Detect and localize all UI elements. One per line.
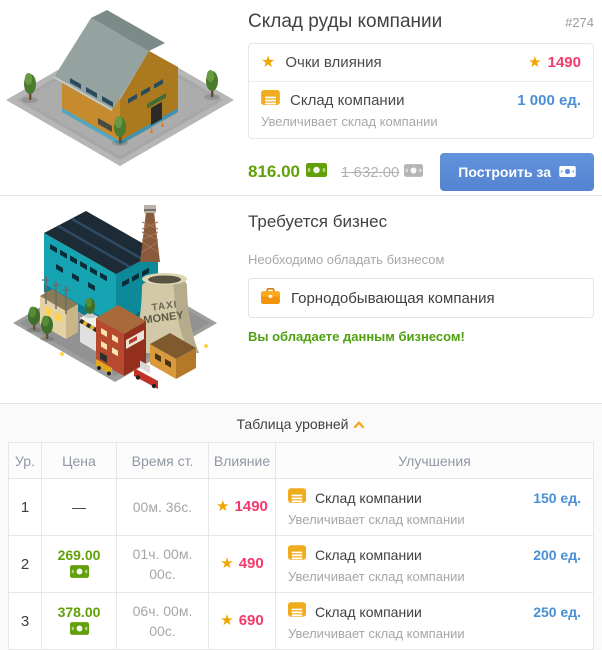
column-header-level: Ур. — [9, 443, 42, 479]
upgrade-name: Склад компании — [315, 547, 422, 563]
required-business-link[interactable]: Горнодобывающая компания — [248, 278, 594, 318]
required-business-section: TAXI MONEY — [0, 196, 602, 404]
upgrade-name: Склад компании — [315, 604, 422, 620]
table-header-row: Ур. Цена Время ст. Влияние Улучшения — [9, 443, 594, 479]
current-price: 816.00 — [248, 162, 327, 182]
storage-label: Склад компании — [290, 92, 404, 109]
upgrade-name: Склад компании — [315, 490, 422, 506]
briefcase-icon — [261, 288, 280, 309]
levels-table-toggle[interactable]: Таблица уровней — [237, 416, 366, 432]
levels-table: Ур. Цена Время ст. Влияние Улучшения 1 —… — [8, 442, 594, 650]
title-row: Склад руды компании #274 — [248, 11, 594, 33]
price-cell: — — [42, 479, 117, 536]
upgrade-value: 150 ед. — [533, 490, 581, 506]
column-header-price: Цена — [42, 443, 117, 479]
star-icon: ★ — [528, 55, 541, 70]
banknote-icon — [559, 164, 576, 180]
banknote-icon — [70, 565, 89, 581]
star-icon: ★ — [261, 55, 275, 71]
factory-image: TAXI MONEY — [0, 196, 240, 403]
upgrade-cell: Склад компании 200 ед. Увеличивает склад… — [276, 536, 594, 593]
warehouse-door-icon — [288, 545, 306, 565]
storage-row: Склад компании 1 000 ед. Увеличивает скл… — [249, 82, 593, 138]
levels-table-body: 1 — 00м. 36с. ★ 1490 Склад компании 150 е… — [9, 479, 594, 650]
levels-table-title: Таблица уровней — [237, 416, 349, 432]
requirement-note: Необходимо обладать бизнесом — [248, 252, 594, 267]
level-cell: 1 — [9, 479, 42, 536]
warehouse-door-icon — [288, 602, 306, 622]
upgrade-cell: Склад компании 250 ед. Увеличивает склад… — [276, 593, 594, 650]
star-icon: ★ — [220, 555, 233, 572]
time-cell: 01ч. 00м. 00с. — [117, 536, 209, 593]
influence-value: 490 — [239, 555, 264, 572]
column-header-upgrades: Улучшения — [276, 443, 594, 479]
time-cell: 06ч. 00м. 00с. — [117, 593, 209, 650]
upgrade-value: 250 ед. — [533, 604, 581, 620]
influence-value: 690 — [239, 612, 264, 629]
table-row: 1 — 00м. 36с. ★ 1490 Склад компании 150 е… — [9, 479, 594, 536]
price-cell: 269.00 — [42, 536, 117, 593]
levels-section: Таблица уровней Ур. Цена Время ст. Влиян… — [0, 404, 602, 650]
old-price: 1 632.00 — [341, 164, 423, 181]
price-cell: 378.00 — [42, 593, 117, 650]
star-icon: ★ — [220, 612, 233, 629]
influence-row: ★ Очки влияния ★ 1490 — [249, 44, 593, 82]
warehouse-door-icon — [288, 488, 306, 508]
banknote-icon — [404, 164, 423, 181]
building-header-section: Склад руды компании #274 ★ Очки влияния … — [0, 0, 602, 196]
upgrade-description: Увеличивает склад компании — [288, 512, 581, 527]
chevron-up-icon — [353, 416, 365, 432]
upgrade-description: Увеличивает склад компании — [288, 569, 581, 584]
banknote-icon — [70, 622, 89, 638]
warehouse-image — [0, 0, 240, 195]
build-button[interactable]: Построить за — [440, 153, 594, 191]
influence-value: 1490 — [548, 54, 581, 71]
price-value: — — [42, 499, 116, 515]
storage-description: Увеличивает склад компании — [261, 114, 581, 129]
influence-cell: ★ 490 — [209, 536, 276, 593]
level-cell: 2 — [9, 536, 42, 593]
upgrade-description: Увеличивает склад компании — [288, 626, 581, 641]
time-cell: 00м. 36с. — [117, 479, 209, 536]
influence-cell: ★ 1490 — [209, 479, 276, 536]
building-number: #274 — [565, 15, 594, 30]
business-name: Горнодобывающая компания — [291, 290, 495, 307]
price-row: 816.00 1 632.00 Построить за — [248, 153, 594, 191]
page-title: Склад руды компании — [248, 11, 442, 33]
column-header-time: Время ст. — [117, 443, 209, 479]
table-row: 3 378.00 06ч. 00м. 00с. ★ 690 Склад компа… — [9, 593, 594, 650]
level-cell: 3 — [9, 593, 42, 650]
price-value: 269.00 — [42, 547, 116, 563]
influence-cell: ★ 690 — [209, 593, 276, 650]
price-value: 378.00 — [42, 604, 116, 620]
banknote-icon — [306, 162, 327, 182]
table-row: 2 269.00 01ч. 00м. 00с. ★ 490 Склад компа… — [9, 536, 594, 593]
star-icon: ★ — [216, 498, 229, 515]
column-header-influence: Влияние — [209, 443, 276, 479]
influence-label: Очки влияния — [285, 54, 381, 71]
upgrade-value: 200 ед. — [533, 547, 581, 563]
section-title: Требуется бизнес — [248, 212, 594, 232]
warehouse-door-icon — [261, 90, 280, 110]
storage-value: 1 000 ед. — [517, 92, 581, 109]
business-owned-message: Вы обладаете данным бизнесом! — [248, 329, 594, 344]
upgrade-cell: Склад компании 150 ед. Увеличивает склад… — [276, 479, 594, 536]
influence-value: 1490 — [235, 498, 268, 515]
stats-box: ★ Очки влияния ★ 1490 Склад компании 1 0… — [248, 43, 594, 139]
levels-table-title-row: Таблица уровней — [0, 404, 602, 442]
